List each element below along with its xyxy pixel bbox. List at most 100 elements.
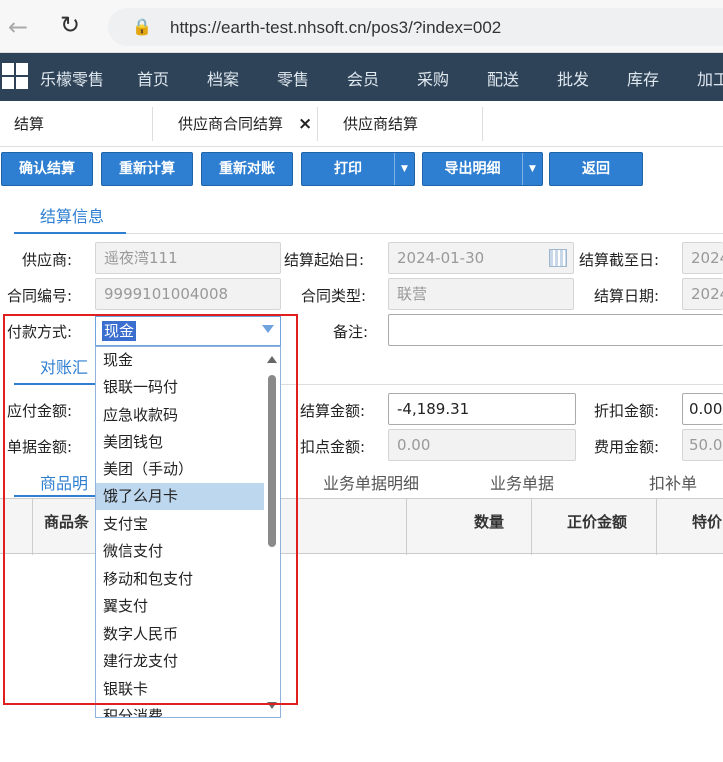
doc-amount-label: 单据金额: <box>7 438 73 456</box>
payment-method-label: 付款方式: <box>7 323 73 341</box>
column-separator <box>656 499 657 555</box>
payment-method-select[interactable]: 现金 <box>95 316 281 346</box>
tab-goods-detail[interactable]: 商品明 <box>40 470 88 494</box>
chevron-down-icon[interactable]: ▼ <box>522 153 542 185</box>
supplier-field[interactable]: 遥夜湾111 <box>95 242 281 274</box>
dropdown-scrollbar[interactable] <box>266 353 278 711</box>
nav-item-archive[interactable]: 档案 <box>207 66 239 90</box>
start-date-label: 结算起始日: <box>284 251 365 269</box>
nav-item-delivery[interactable]: 配送 <box>487 66 519 90</box>
section-reconcile[interactable]: 对账汇 <box>40 354 88 378</box>
start-date-field[interactable]: 2024-01-30 <box>388 242 574 274</box>
nav-item-member[interactable]: 会员 <box>347 66 379 90</box>
url-text: https://earth-test.nhsoft.cn/pos3/?index… <box>170 18 502 37</box>
contract-type-label: 合同类型: <box>301 287 367 305</box>
page-tabs: 结算 供应商合同结算 × 供应商结算 <box>0 101 723 147</box>
dropdown-option[interactable]: 支付宝 <box>96 511 264 538</box>
export-detail-button[interactable]: 导出明细 ▼ <box>422 152 543 186</box>
close-icon[interactable]: × <box>298 114 312 134</box>
dropdown-option[interactable]: 银联一码付 <box>96 374 264 401</box>
column-separator <box>32 499 33 555</box>
nav-item-home[interactable]: 首页 <box>137 66 169 90</box>
back-button[interactable]: 返回 <box>549 152 643 186</box>
dropdown-option[interactable]: 现金 <box>96 347 264 374</box>
tab-supplier-settle[interactable]: 供应商结算 <box>343 101 418 147</box>
discount-label: 折扣金额: <box>594 402 660 420</box>
nav-item-purchase[interactable]: 采购 <box>417 66 449 90</box>
nav-brand: 乐檬零售 <box>40 70 105 89</box>
contract-no-field[interactable]: 9999101004008 <box>95 278 281 310</box>
recalculate-button[interactable]: 重新计算 <box>101 152 193 186</box>
divider <box>281 384 723 385</box>
column-separator <box>406 499 407 555</box>
scroll-up-icon[interactable] <box>267 356 277 363</box>
note-label: 备注: <box>333 323 369 341</box>
calendar-icon[interactable] <box>549 249 567 267</box>
end-date-field[interactable]: 2024 <box>682 242 723 274</box>
lock-icon[interactable]: 🔒 <box>132 17 152 36</box>
chevron-down-icon[interactable]: ▼ <box>394 153 414 185</box>
scroll-thumb[interactable] <box>268 375 276 547</box>
tab-business-doc-detail[interactable]: 业务单据明细 <box>323 470 419 494</box>
print-button[interactable]: 打印 ▼ <box>301 152 415 186</box>
nav-item-retail[interactable]: 零售 <box>277 66 309 90</box>
tab-business-doc[interactable]: 业务单据 <box>490 470 554 494</box>
back-icon[interactable]: ← <box>8 13 28 41</box>
note-field[interactable] <box>388 314 723 346</box>
column-separator <box>531 499 532 555</box>
fee-amount-field[interactable]: 50.0 <box>682 429 723 461</box>
dropdown-option[interactable]: 积分消费 <box>96 703 264 717</box>
tab-deduct-supplement[interactable]: 扣补单 <box>649 470 697 494</box>
dropdown-option[interactable]: 银联卡 <box>96 676 264 703</box>
confirm-settle-button[interactable]: 确认结算 <box>1 152 93 186</box>
recheck-button[interactable]: 重新对账 <box>201 152 293 186</box>
deduct-amount-label: 扣点金额: <box>300 438 366 456</box>
contract-type-field[interactable]: 联营 <box>388 278 574 310</box>
address-bar[interactable]: 🔒 https://earth-test.nhsoft.cn/pos3/?ind… <box>108 8 723 46</box>
dropdown-option-highlighted[interactable]: 饿了么月卡 <box>96 483 264 510</box>
dropdown-option[interactable]: 数字人民币 <box>96 621 264 648</box>
payment-method-value: 现金 <box>102 321 137 341</box>
column-header-barcode[interactable]: 商品条 <box>44 511 89 532</box>
tab-supplier-contract-settle[interactable]: 供应商合同结算 <box>178 101 283 147</box>
tab-separator <box>317 107 318 141</box>
app-grid-icon[interactable] <box>2 63 28 89</box>
dropdown-option[interactable]: 建行龙支付 <box>96 648 264 675</box>
deduct-amount-field[interactable]: 0.00 <box>388 429 576 461</box>
payment-method-dropdown[interactable]: 现金 银联一码付 应急收款码 美团钱包 美团（手动） 饿了么月卡 支付宝 微信支… <box>95 346 281 718</box>
dropdown-option[interactable]: 微信支付 <box>96 538 264 565</box>
dropdown-option[interactable]: 应急收款码 <box>96 402 264 429</box>
section-settle-info[interactable]: 结算信息 <box>40 203 104 227</box>
nav-item-wholesale[interactable]: 批发 <box>557 66 589 90</box>
discount-field[interactable]: 0.00 <box>682 393 723 425</box>
reload-icon[interactable]: ↻ <box>60 11 80 39</box>
settle-amount-field[interactable]: -4,189.31 <box>388 393 576 425</box>
nav-item-process[interactable]: 加工 <box>697 66 723 90</box>
nav-item-inventory[interactable]: 库存 <box>627 66 659 90</box>
settle-amount-label: 结算金额: <box>300 402 366 420</box>
main-nav: 乐檬零售 首页 档案 零售 会员 采购 配送 批发 库存 加工 <box>0 53 723 101</box>
column-header-special-price[interactable]: 特价 <box>692 511 722 532</box>
dropdown-option[interactable]: 翼支付 <box>96 593 264 620</box>
scroll-down-icon[interactable] <box>267 702 277 709</box>
chevron-down-icon[interactable] <box>262 325 274 333</box>
dropdown-option[interactable]: 美团（手动） <box>96 456 264 483</box>
column-header-quantity[interactable]: 数量 <box>474 511 504 532</box>
tab-separator <box>152 107 153 141</box>
dropdown-option[interactable]: 美团钱包 <box>96 429 264 456</box>
supplier-label: 供应商: <box>22 251 73 269</box>
tab-settle[interactable]: 结算 <box>14 101 44 147</box>
settle-date-label: 结算日期: <box>594 287 660 305</box>
section-underline <box>14 383 96 385</box>
settle-date-field[interactable]: 2024 <box>682 278 723 310</box>
payable-label: 应付金额: <box>7 402 73 420</box>
fee-amount-label: 费用金额: <box>594 438 660 456</box>
tab-separator <box>482 107 483 141</box>
browser-toolbar: ← ↻ 🔒 https://earth-test.nhsoft.cn/pos3/… <box>0 0 723 53</box>
dropdown-option[interactable]: 移动和包支付 <box>96 566 264 593</box>
contract-no-label: 合同编号: <box>7 287 73 305</box>
section-underline <box>14 495 96 497</box>
column-header-list-amount[interactable]: 正价金额 <box>567 511 627 532</box>
end-date-label: 结算截至日: <box>579 251 660 269</box>
section-underline <box>14 232 126 234</box>
